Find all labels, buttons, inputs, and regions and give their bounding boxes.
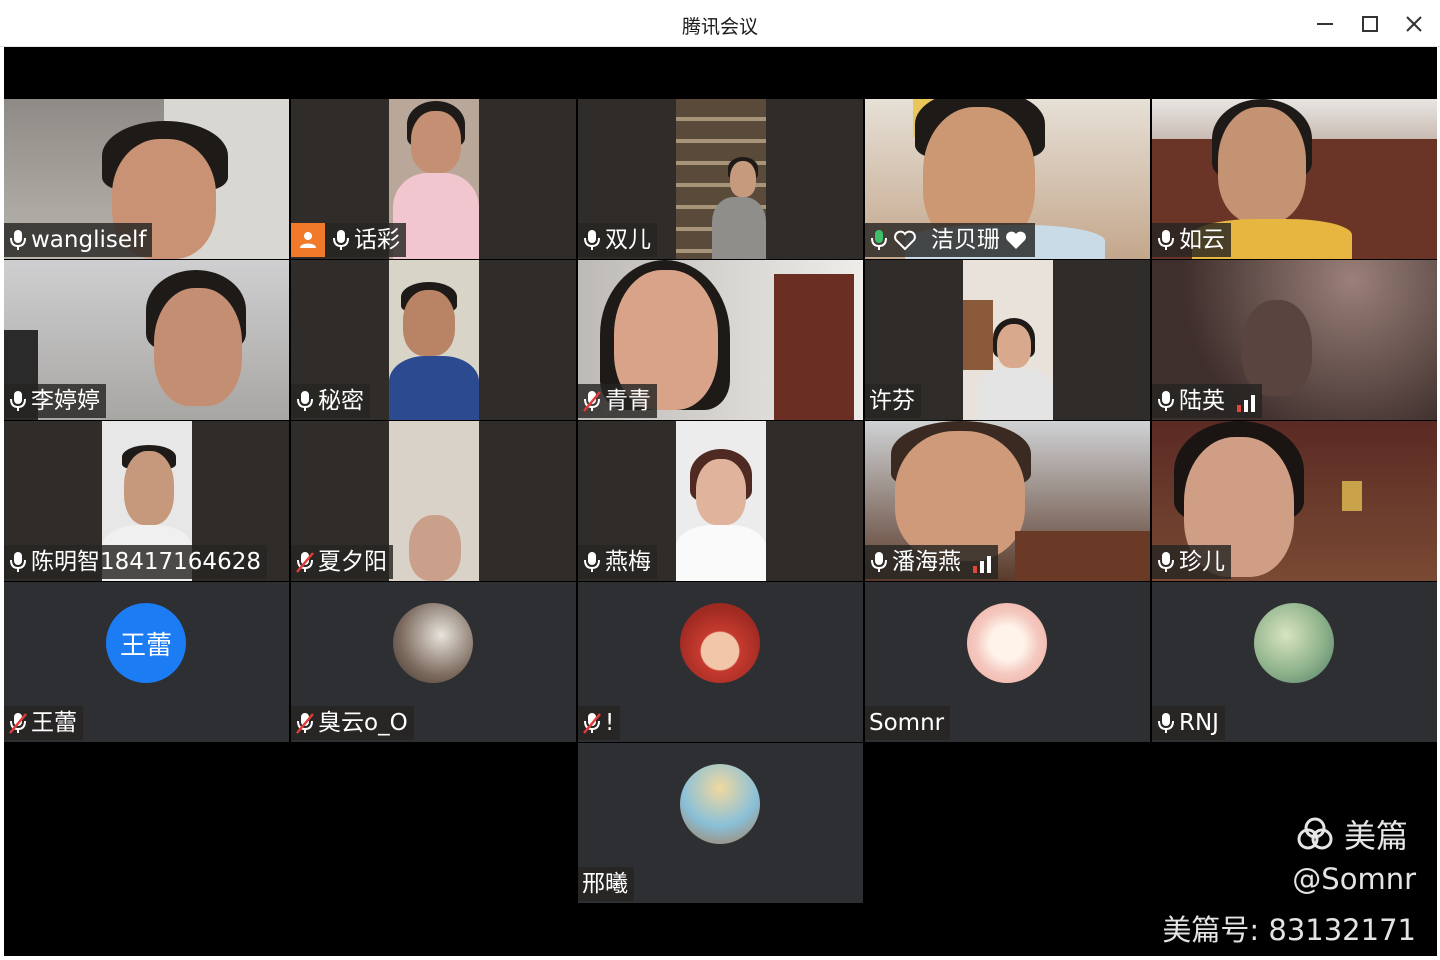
microphone-icon[interactable] xyxy=(1156,550,1176,574)
name-label: 如云 xyxy=(1152,223,1231,257)
microphone-icon[interactable] xyxy=(8,228,28,252)
microphone-muted-icon[interactable] xyxy=(295,550,315,574)
microphone-icon[interactable] xyxy=(869,550,889,574)
participant-tile[interactable]: 李婷婷 xyxy=(4,260,289,420)
title-bar: 腾讯会议 xyxy=(0,0,1440,47)
maximize-icon[interactable] xyxy=(1355,9,1385,39)
avatar xyxy=(1254,603,1334,683)
participant-tile[interactable]: 珍儿 xyxy=(1152,421,1437,581)
participant-tile[interactable]: 潘海燕 xyxy=(865,421,1150,581)
microphone-muted-icon[interactable] xyxy=(582,711,602,735)
microphone-muted-icon[interactable] xyxy=(582,389,602,413)
microphone-icon[interactable] xyxy=(1156,711,1176,735)
name-label: ! xyxy=(578,706,621,740)
avatar xyxy=(967,603,1047,683)
name-label: 珍儿 xyxy=(1152,545,1231,579)
participant-tile[interactable]: 邢曦 xyxy=(578,743,863,903)
participant-tile[interactable]: 洁贝珊 xyxy=(865,99,1150,259)
watermark-brand: 美篇 xyxy=(1344,817,1409,855)
video-feed xyxy=(676,421,766,581)
microphone-icon[interactable] xyxy=(582,228,602,252)
participant-tile[interactable]: 夏夕阳 xyxy=(291,421,576,581)
minimize-icon[interactable] xyxy=(1310,9,1340,39)
name-label: 燕梅 xyxy=(578,545,657,579)
avatar: 王蕾 xyxy=(106,603,186,683)
avatar xyxy=(680,603,760,683)
signal-weak-icon xyxy=(972,553,992,573)
participant-tile[interactable]: 臭云o_O xyxy=(291,582,576,742)
watermark-logo: 美篇 xyxy=(1296,812,1414,856)
name-label: 双儿 xyxy=(578,223,657,257)
participant-tile[interactable]: 王蕾 王蕾 xyxy=(4,582,289,742)
name-label: 青青 xyxy=(578,384,657,418)
participant-tile[interactable]: 燕梅 xyxy=(578,421,863,581)
name-label: 陆英 xyxy=(1152,384,1262,418)
meipian-logo-icon xyxy=(1297,817,1333,850)
name-label: 夏夕阳 xyxy=(291,545,393,579)
microphone-icon[interactable] xyxy=(1156,389,1176,413)
host-icon xyxy=(291,223,325,257)
name-label: 洁贝珊 xyxy=(865,223,1035,257)
name-label: 话彩 xyxy=(291,223,406,257)
video-feed xyxy=(963,260,1053,420)
name-label: RNJ xyxy=(1152,706,1225,740)
watermark-id: 美篇号: 83132171 xyxy=(1162,913,1416,947)
microphone-muted-icon[interactable] xyxy=(8,711,28,735)
participant-tile[interactable]: 青青 xyxy=(578,260,863,420)
microphone-active-icon[interactable] xyxy=(869,228,889,252)
participant-tile[interactable]: 陆英 xyxy=(1152,260,1437,420)
avatar xyxy=(680,764,760,844)
name-label: 许芬 xyxy=(865,384,921,418)
close-icon[interactable] xyxy=(1399,9,1429,39)
participant-tile[interactable]: RNJ xyxy=(1152,582,1437,742)
participant-tile[interactable]: 双儿 xyxy=(578,99,863,259)
signal-weak-icon xyxy=(1236,392,1256,412)
name-label: 陈明智18417164628 xyxy=(4,545,267,579)
name-label: 王蕾 xyxy=(4,706,83,740)
participant-tile[interactable]: 陈明智18417164628 xyxy=(4,421,289,581)
name-label: Somnr xyxy=(865,706,951,740)
name-label: wangliself xyxy=(4,223,153,257)
video-feed xyxy=(676,99,766,259)
heart-icon xyxy=(1003,228,1029,252)
microphone-icon[interactable] xyxy=(331,228,351,252)
microphone-icon[interactable] xyxy=(8,550,28,574)
name-label: 邢曦 xyxy=(578,867,634,901)
microphone-icon[interactable] xyxy=(295,389,315,413)
name-label: 秘密 xyxy=(291,384,370,418)
microphone-icon[interactable] xyxy=(1156,228,1176,252)
participant-tile[interactable]: 秘密 xyxy=(291,260,576,420)
participant-tile[interactable]: 话彩 xyxy=(291,99,576,259)
watermark-handle: @Somnr xyxy=(1292,862,1416,896)
name-label: 臭云o_O xyxy=(291,706,414,740)
participant-tile[interactable]: 许芬 xyxy=(865,260,1150,420)
participant-tile[interactable]: ! xyxy=(578,582,863,742)
name-label: 潘海燕 xyxy=(865,545,998,579)
microphone-muted-icon[interactable] xyxy=(295,711,315,735)
video-feed xyxy=(389,421,479,581)
name-label: 李婷婷 xyxy=(4,384,106,418)
heart-icon xyxy=(892,228,918,252)
window-title: 腾讯会议 xyxy=(681,16,758,38)
video-grid: wangliself 话彩 双儿 洁贝珊 如云 李婷婷 秘密 青青 许芬 陆英 … xyxy=(4,47,1437,956)
participant-tile[interactable]: wangliself xyxy=(4,99,289,259)
participant-tile[interactable]: 如云 xyxy=(1152,99,1437,259)
microphone-icon[interactable] xyxy=(8,389,28,413)
avatar xyxy=(393,603,473,683)
microphone-icon[interactable] xyxy=(582,550,602,574)
video-feed xyxy=(389,260,479,420)
participant-tile[interactable]: Somnr xyxy=(865,582,1150,742)
